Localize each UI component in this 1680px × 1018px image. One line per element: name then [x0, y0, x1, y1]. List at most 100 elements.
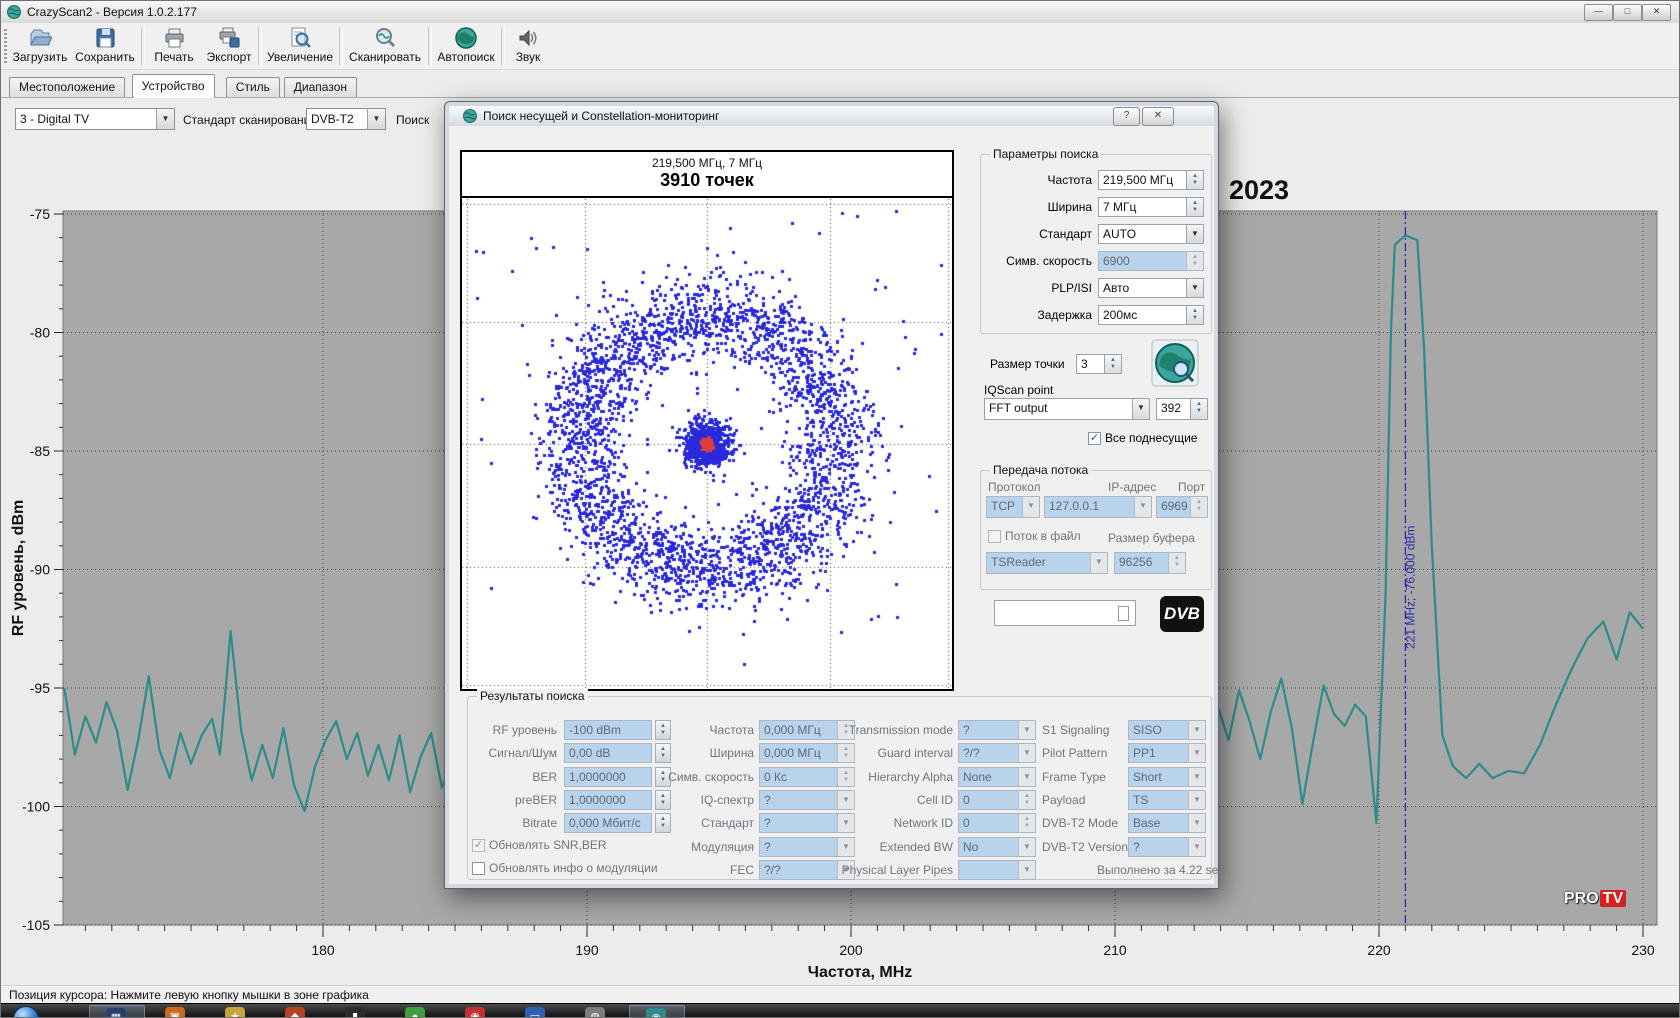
param-field-0-value: 219,500 МГц: [1103, 173, 1173, 187]
app-flame-icon: ◆: [285, 1007, 305, 1018]
stream-to-file-checkbox-label: Поток в файл: [1005, 529, 1081, 543]
param-label-0: Частота: [900, 173, 1092, 187]
param-field-0[interactable]: 219,500 МГц ▲▼: [1098, 170, 1204, 190]
result-label-Transmission mode: Transmission mode: [835, 723, 953, 737]
result-label-Cell ID: Cell ID: [835, 793, 953, 807]
param-field-1[interactable]: 7 МГц▲▼: [1098, 197, 1204, 217]
param-field-3: 6900▲▼: [1098, 251, 1204, 271]
point-size-spinner[interactable]: 3▲▼: [1076, 354, 1122, 374]
spinner-arrows-icon[interactable]: ▲▼: [1186, 306, 1203, 325]
x-tick-label: 230: [1631, 942, 1655, 958]
chevron-down-icon[interactable]: ▼: [1132, 399, 1149, 419]
param-label-5: Задержка: [900, 308, 1092, 322]
chevron-down-icon: ▼: [1188, 744, 1205, 762]
param-label-2: Стандарт: [900, 227, 1092, 241]
spinner-arrows-icon: ▲▼: [1168, 553, 1185, 574]
start-button[interactable]: [13, 1006, 39, 1018]
y-tick-label: -75: [30, 206, 50, 222]
results-checkbox-1[interactable]: [472, 862, 485, 875]
protocol-combo: TCP▼: [986, 496, 1040, 518]
spinner-arrows-icon[interactable]: ▲▼: [1186, 171, 1203, 190]
reader-combo-value: TSReader: [991, 555, 1046, 569]
taskbar-slot[interactable]: ▭: [509, 1005, 563, 1018]
taskbar-slot[interactable]: ★: [209, 1005, 263, 1018]
dialog-help-button[interactable]: ?: [1113, 107, 1140, 126]
taskbar-slot[interactable]: ▦: [89, 1005, 145, 1018]
y-tick-label: -85: [30, 443, 50, 459]
param-field-4[interactable]: Авто▼: [1098, 278, 1204, 298]
status-text: Позиция курсора: Нажмите левую кнопку мы…: [9, 988, 369, 1002]
chevron-down-icon: ▼: [1188, 721, 1205, 739]
spinner-arrows-icon[interactable]: ▲▼: [1186, 198, 1203, 217]
reader-combo: TSReader▼: [986, 552, 1108, 574]
param-label-1: Ширина: [900, 200, 1092, 214]
iqscan-combo[interactable]: FFT output ▼: [984, 398, 1150, 420]
taskbar-slot[interactable]: ▮: [329, 1005, 383, 1018]
results-checkbox-0: ✓: [472, 839, 485, 852]
dvb-logo: DVB: [1160, 596, 1204, 632]
result-field-col1-1: 0,00 dB: [564, 743, 652, 763]
result-field-col3-0: ?▼: [958, 720, 1036, 740]
tab-устройство[interactable]: Устройство: [132, 74, 215, 98]
result-label-Стандарт: Стандарт: [664, 816, 754, 830]
result-label-FEC: FEC: [664, 863, 754, 877]
taskbar-slot[interactable]: ◆: [269, 1005, 323, 1018]
taskbar-slot[interactable]: ●: [389, 1005, 443, 1018]
port-label: Порт: [1178, 480, 1205, 494]
constellation-freq-header: 219,500 МГц, 7 МГц: [462, 156, 952, 170]
stream-status-textbox[interactable]: [994, 600, 1136, 626]
result-field-col4-5: ?▼: [1128, 837, 1206, 857]
result-label-preBER: preBER: [459, 793, 557, 807]
results-title: Результаты поиска: [477, 689, 588, 703]
iqscan-combo-value: FFT output: [989, 401, 1047, 415]
app-gold-icon: ★: [225, 1007, 245, 1018]
result-field-col2-6-value: ?/?: [764, 863, 781, 877]
constellation-separator: [462, 196, 952, 198]
result-field-col4-4-value: Base: [1133, 816, 1160, 830]
protv-logo-pro: PRO: [1564, 890, 1599, 907]
taskbar-slot[interactable]: ◉: [629, 1005, 685, 1018]
param-field-5[interactable]: 200мс ▲▼: [1098, 305, 1204, 325]
taskbar-slot[interactable]: ▣: [149, 1005, 203, 1018]
spinner-arrows-icon: ▲▼: [1186, 252, 1203, 271]
chevron-down-icon: ▼: [1188, 768, 1205, 786]
protv-logo-tv: TV: [1600, 890, 1626, 907]
chevron-down-icon: ▼: [1188, 814, 1205, 832]
taskbar: ▦ ▣ ★ ◆ ▮ ● ◉ ▭ ◍ ◉: [1, 1003, 1679, 1018]
result-field-col4-3: TS▼: [1128, 790, 1206, 810]
dialog-close-button[interactable]: ✕: [1142, 107, 1174, 126]
param-label-3: Симв. скорость: [900, 254, 1092, 268]
param-label-4: PLP/ISI: [900, 281, 1092, 295]
point-size-label: Размер точки: [990, 357, 1065, 371]
crazyscan-window: CrazyScan2 - Версия 1.0.2.177 — □ ✕ Загр…: [0, 0, 1680, 1018]
protocol-combo-value: TCP: [991, 499, 1015, 513]
iqscan-index-spinner[interactable]: 392▲▼: [1156, 398, 1208, 420]
port-spinner: 6969▲▼: [1156, 496, 1208, 518]
taskbar-slot[interactable]: ◉: [449, 1005, 503, 1018]
taskbar-slot[interactable]: ◍: [569, 1005, 623, 1018]
app-gray-icon: ◍: [585, 1007, 605, 1018]
result-field-col3-4: 0▲▼: [958, 813, 1036, 833]
param-field-5-value: 200мс: [1103, 308, 1137, 322]
elapsed-text: Выполнено за 4.22 sec: [1097, 863, 1207, 877]
spinner-arrows-icon[interactable]: ▲▼: [1104, 355, 1121, 374]
chevron-down-icon[interactable]: ▼: [1186, 279, 1203, 297]
param-field-2[interactable]: AUTO▼: [1098, 224, 1204, 244]
x-axis-title: Частота, MHz: [808, 964, 913, 981]
result-field-col1-3: 1,0000000: [564, 790, 652, 810]
y-axis-title: RF уровень, dBm: [10, 500, 27, 636]
spinner-arrows-icon[interactable]: ▲▼: [1190, 399, 1207, 420]
subcarriers-checkbox-label: Все поднесущие: [1105, 431, 1197, 445]
spinner-arrows-icon: ▲▼: [1018, 791, 1035, 810]
result-field-col2-0-value: 0,000 МГц: [764, 723, 821, 737]
subcarriers-checkbox[interactable]: ✓: [1088, 432, 1101, 445]
app-red-icon: ◉: [465, 1007, 485, 1018]
dialog-globe-icon: [463, 109, 477, 123]
chevron-down-icon[interactable]: ▼: [1186, 225, 1203, 243]
result-field-col2-2-value: 0 Кс: [764, 770, 787, 784]
results-checkbox-0-label: Обновлять SNR,BER: [489, 838, 607, 852]
stream-title: Передача потока: [990, 463, 1091, 477]
result-field-col3-5-value: No: [963, 840, 978, 854]
result-label-Payload: Payload: [1042, 793, 1128, 807]
chevron-down-icon: ▼: [1134, 497, 1151, 517]
